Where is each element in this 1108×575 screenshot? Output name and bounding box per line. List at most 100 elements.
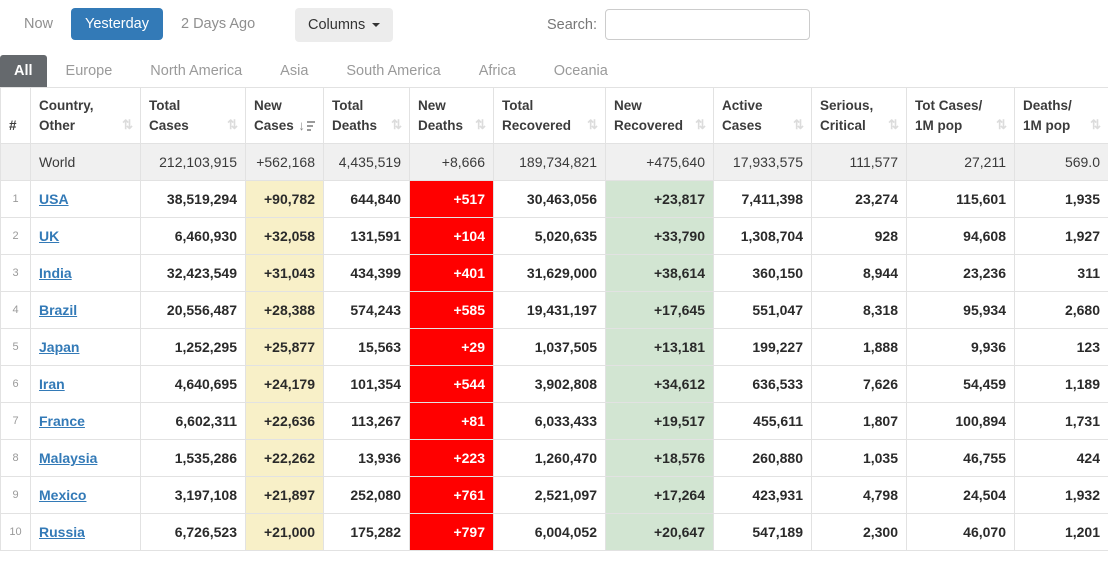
cell-new-cases: +562,168: [245, 143, 324, 182]
cell-total-recovered: 6,004,052: [493, 513, 606, 552]
cell-total-cases: 4,640,695: [140, 365, 246, 404]
cell-deaths-per-1m: 123: [1014, 328, 1108, 367]
cell-country: Iran: [30, 365, 141, 404]
country-link[interactable]: Russia: [39, 524, 85, 540]
col-header-cases_per_1m[interactable]: Tot Cases/1M pop ⇅: [906, 86, 1015, 145]
sort-both-icon: ⇅: [227, 117, 238, 133]
cell-rank: [0, 143, 31, 182]
table-row-russia: 10 Russia 6,726,523 +21,000 175,282 +797 6,004…: [0, 513, 1108, 552]
country-link[interactable]: India: [39, 265, 72, 281]
cell-active-cases: 260,880: [713, 439, 812, 478]
table-row-japan: 5 Japan 1,252,295 +25,877 15,563 +29 1,037,505…: [0, 328, 1108, 367]
world-row: World 212,103,915 +562,168 4,435,519 +8,666 1…: [0, 143, 1108, 182]
cell-serious-critical: 928: [811, 217, 907, 256]
col-header-inner: Serious, Critical ⇅: [820, 96, 899, 135]
cell-country: Malaysia: [30, 439, 141, 478]
cell-rank: 4: [0, 291, 31, 330]
tab-africa[interactable]: Africa: [460, 55, 535, 87]
cell-new-cases: +31,043: [245, 254, 324, 293]
toolbar: Now Yesterday 2 Days Ago Columns Search:: [0, 0, 1108, 52]
cell-new-cases: +25,877: [245, 328, 324, 367]
col-header-total_cases[interactable]: Total Cases ⇅: [140, 86, 246, 145]
cell-cases-per-1m: 100,894: [906, 402, 1015, 441]
search-input[interactable]: [604, 9, 810, 40]
country-link[interactable]: Malaysia: [39, 450, 97, 466]
tab-all[interactable]: All: [0, 55, 47, 87]
cell-new-deaths: +8,666: [409, 143, 494, 182]
cell-total-cases: 6,726,523: [140, 513, 246, 552]
cell-deaths-per-1m: 1,927: [1014, 217, 1108, 256]
cell-new-cases: +90,782: [245, 180, 324, 219]
cell-active-cases: 636,533: [713, 365, 812, 404]
time-filter-now[interactable]: Now: [10, 8, 67, 40]
tab-asia[interactable]: Asia: [261, 55, 327, 87]
time-filter-2-days-ago[interactable]: 2 Days Ago: [167, 8, 269, 40]
tab-europe[interactable]: Europe: [47, 55, 132, 87]
country-link[interactable]: France: [39, 413, 85, 429]
col-header-label: Total Recovered: [502, 96, 571, 135]
cell-rank: 6: [0, 365, 31, 404]
table-row-iran: 6 Iran 4,640,695 +24,179 101,354 +544 3,902,80…: [0, 365, 1108, 404]
cell-cases-per-1m: 115,601: [906, 180, 1015, 219]
sort-bars-icon: [307, 119, 315, 132]
cell-cases-per-1m: 9,936: [906, 328, 1015, 367]
col-header-label: Active Cases: [722, 96, 763, 135]
cell-new-cases: +32,058: [245, 217, 324, 256]
col-header-line2: Deaths: [418, 117, 464, 133]
cell-total-deaths: 4,435,519: [323, 143, 410, 182]
col-header-serious_critical[interactable]: Serious, Critical ⇅: [811, 86, 907, 145]
col-header-country[interactable]: Country, Other ⇅: [30, 86, 141, 145]
col-header-inner: New Cases ↓: [254, 96, 315, 135]
time-filter-group: Now Yesterday 2 Days Ago: [10, 8, 269, 40]
col-header-line1: Serious,: [820, 98, 874, 113]
tab-north-america[interactable]: North America: [131, 55, 261, 87]
cell-total-deaths: 13,936: [323, 439, 410, 478]
col-header-inner: Total Recovered ⇅: [502, 96, 598, 135]
col-header-active_cases[interactable]: Active Cases ⇅: [713, 86, 812, 145]
sort-both-icon: ⇅: [996, 117, 1007, 133]
tab-south-america[interactable]: South America: [327, 55, 459, 87]
col-header-total_recovered[interactable]: Total Recovered ⇅: [493, 86, 606, 145]
cell-country: World: [30, 143, 141, 182]
country-link[interactable]: Japan: [39, 339, 79, 355]
cell-active-cases: 1,308,704: [713, 217, 812, 256]
col-header-line2: Cases: [149, 117, 189, 133]
cell-rank: 3: [0, 254, 31, 293]
table-header-row: # Country, Other ⇅ Total Cases ⇅ New Cases ↓ Total…: [0, 86, 1108, 145]
cell-country: Mexico: [30, 476, 141, 515]
cell-total-cases: 3,197,108: [140, 476, 246, 515]
table-row-france: 7 France 6,602,311 +22,636 113,267 +81 6,033,4…: [0, 402, 1108, 441]
col-header-label: New Deaths: [418, 96, 463, 135]
cell-country: India: [30, 254, 141, 293]
cell-total-deaths: 574,243: [323, 291, 410, 330]
col-header-label: Country, Other: [39, 96, 94, 135]
columns-dropdown-button[interactable]: Columns: [295, 8, 394, 42]
col-header-new_cases[interactable]: New Cases ↓: [245, 86, 324, 145]
cell-country: Russia: [30, 513, 141, 552]
caret-down-icon: [372, 23, 381, 27]
search-label: Search:: [547, 16, 597, 33]
cell-total-cases: 212,103,915: [140, 143, 246, 182]
country-link[interactable]: UK: [39, 228, 59, 244]
tab-oceania[interactable]: Oceania: [535, 55, 627, 87]
cell-new-recovered: +17,645: [605, 291, 714, 330]
cell-cases-per-1m: 27,211: [906, 143, 1015, 182]
country-link[interactable]: Iran: [39, 376, 65, 392]
cell-serious-critical: 23,274: [811, 180, 907, 219]
col-header-new_deaths[interactable]: New Deaths ⇅: [409, 86, 494, 145]
country-link[interactable]: USA: [39, 191, 69, 207]
cell-new-recovered: +13,181: [605, 328, 714, 367]
search-area: Search:: [547, 9, 810, 40]
time-filter-yesterday[interactable]: Yesterday: [71, 8, 163, 40]
country-link[interactable]: Mexico: [39, 487, 86, 503]
sort-desc-icon: ↓: [298, 116, 315, 136]
col-header-total_deaths[interactable]: Total Deaths ⇅: [323, 86, 410, 145]
cell-new-recovered: +20,647: [605, 513, 714, 552]
col-header-new_recovered[interactable]: New Recovered ⇅: [605, 86, 714, 145]
cell-active-cases: 551,047: [713, 291, 812, 330]
cell-total-cases: 32,423,549: [140, 254, 246, 293]
country-link[interactable]: Brazil: [39, 302, 77, 318]
col-header-deaths_per_1m[interactable]: Deaths/1M pop ⇅: [1014, 86, 1108, 145]
cell-total-recovered: 30,463,056: [493, 180, 606, 219]
sort-both-icon: ⇅: [793, 117, 804, 133]
